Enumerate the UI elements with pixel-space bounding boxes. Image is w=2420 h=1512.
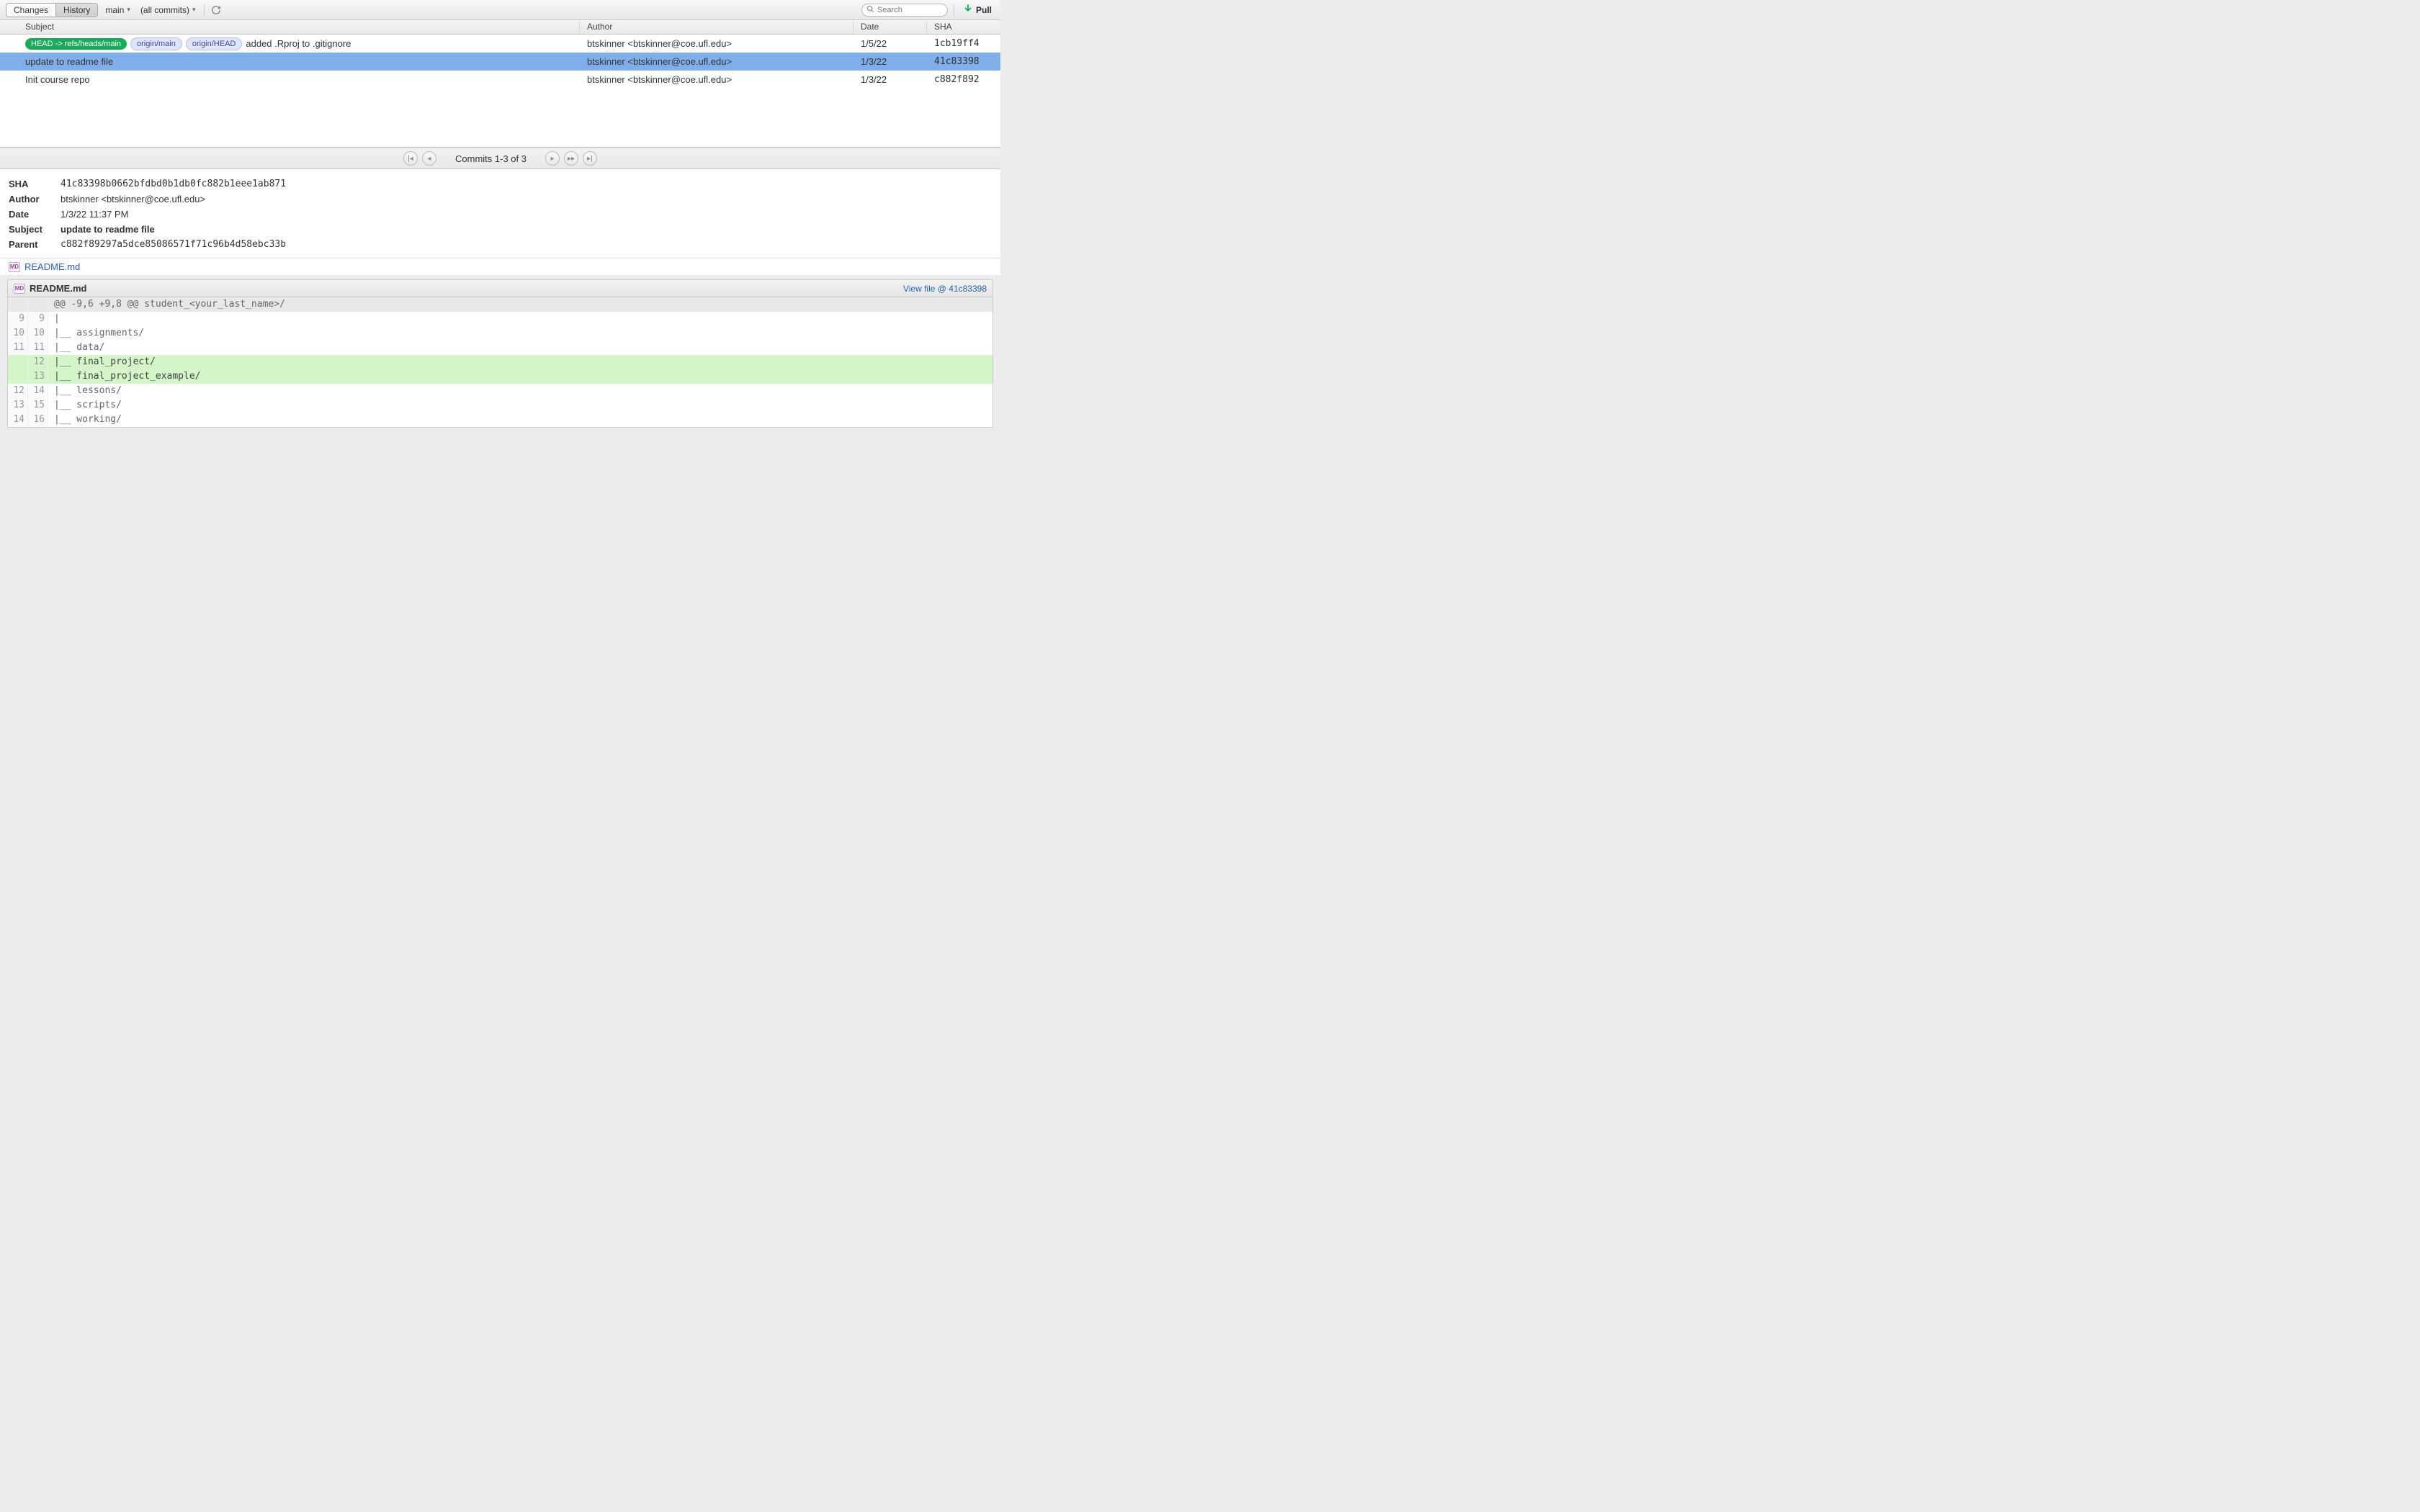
changed-file-link[interactable]: README.md (24, 261, 80, 272)
view-file-link[interactable]: View file @ 41c83398 (903, 284, 987, 294)
diff-filename: README.md (30, 283, 86, 294)
diff-header: MD README.md View file @ 41c83398 (8, 280, 992, 297)
chevron-down-icon: ▾ (127, 6, 130, 14)
diff-line: 1416|__ working/ (8, 413, 992, 427)
changes-tab[interactable]: Changes (6, 4, 55, 17)
ref-tag-remote: origin/main (130, 37, 182, 50)
history-tab[interactable]: History (55, 4, 97, 17)
detail-sha-label: SHA (9, 176, 46, 192)
diff-body: ..@@ -9,6 +9,8 @@ student_<your_last_nam… (8, 297, 992, 427)
pager-next-icon[interactable]: ▸ (545, 151, 560, 166)
branch-selector[interactable]: main ▾ (102, 4, 133, 17)
commit-date: 1/5/22 (853, 38, 927, 49)
diff-line: 1315|__ scripts/ (8, 398, 992, 413)
separator (204, 4, 205, 16)
commit-subject: update to readme file (25, 56, 113, 67)
branch-name: main (105, 5, 124, 15)
commit-row[interactable]: HEAD -> refs/heads/mainorigin/main origin… (0, 35, 1000, 53)
chevron-down-icon: ▾ (192, 6, 196, 14)
commit-sha: c882f892 (927, 74, 1000, 85)
pager: |◂ ◂ Commits 1-3 of 3 ▸ ▸▸ ▸| (0, 148, 1000, 169)
commit-date: 1/3/22 (853, 56, 927, 67)
pager-fwd-icon[interactable]: ▸▸ (564, 151, 578, 166)
changed-file-row: MD README.md (0, 258, 1000, 275)
ref-tag-head: HEAD -> refs/heads/main (25, 38, 127, 50)
diff-panel: MD README.md View file @ 41c83398 ..@@ -… (7, 279, 993, 428)
col-date[interactable]: Date (853, 20, 927, 34)
commit-author: btskinner <btskinner@coe.ufl.edu> (580, 56, 853, 67)
detail-subject-label: Subject (9, 222, 46, 237)
toolbar: Changes History main ▾ (all commits) ▾ (0, 0, 1000, 20)
markdown-file-icon: MD (14, 284, 25, 294)
commit-filter[interactable]: (all commits) ▾ (138, 4, 199, 17)
pull-label: Pull (976, 5, 992, 15)
commit-subject: added .Rproj to .gitignore (246, 38, 351, 49)
ref-tag-remote: origin/HEAD (186, 37, 243, 50)
refresh-icon[interactable] (210, 4, 222, 16)
commit-author: btskinner <btskinner@coe.ufl.edu> (580, 74, 853, 85)
commit-subject: Init course repo (25, 74, 90, 85)
detail-sha: 41c83398b0662bfdbd0b1db0fc882b1eee1ab871 (60, 176, 286, 192)
markdown-file-icon: MD (9, 262, 20, 272)
search-box[interactable] (861, 4, 948, 17)
diff-line: 1214|__ lessons/ (8, 384, 992, 398)
commit-row[interactable]: Init course repo btskinner <btskinner@coe… (0, 71, 1000, 89)
pull-button[interactable]: Pull (960, 2, 995, 17)
commit-list-header: Subject Author Date SHA (0, 20, 1000, 35)
detail-parent-label: Parent (9, 237, 46, 252)
view-toggle: Changes History (6, 3, 98, 17)
pager-prev-icon[interactable]: ◂ (422, 151, 436, 166)
commit-detail: SHA 41c83398b0662bfdbd0b1db0fc882b1eee1a… (0, 169, 1000, 258)
filter-label: (all commits) (140, 5, 189, 15)
commit-list: HEAD -> refs/heads/mainorigin/main origin… (0, 35, 1000, 148)
pager-text: Commits 1-3 of 3 (455, 153, 526, 164)
pager-first-icon[interactable]: |◂ (403, 151, 418, 166)
detail-date-label: Date (9, 207, 46, 222)
detail-author: btskinner <btskinner@coe.ufl.edu> (60, 192, 205, 207)
diff-line: .13|__ final_project_example/ (8, 369, 992, 384)
col-sha[interactable]: SHA (927, 20, 1000, 34)
commit-author: btskinner <btskinner@coe.ufl.edu> (580, 38, 853, 49)
search-icon (866, 5, 874, 15)
commit-date: 1/3/22 (853, 74, 927, 85)
diff-line: 1010|__ assignments/ (8, 326, 992, 341)
diff-line: .12|__ final_project/ (8, 355, 992, 369)
diff-hunk-header: ..@@ -9,6 +9,8 @@ student_<your_last_nam… (8, 297, 992, 312)
pull-arrow-icon (963, 4, 973, 16)
detail-date: 1/3/22 11:37 PM (60, 207, 128, 222)
detail-parent: c882f89297a5dce85086571f71c96b4d58ebc33b (60, 237, 286, 252)
detail-subject: update to readme file (60, 222, 155, 237)
commit-row[interactable]: update to readme file btskinner <btskinne… (0, 53, 1000, 71)
diff-line: 1111|__ data/ (8, 341, 992, 355)
col-subject[interactable]: Subject (18, 20, 580, 34)
commit-sha: 41c83398 (927, 56, 1000, 67)
diff-line: 99| (8, 312, 992, 326)
col-author[interactable]: Author (580, 20, 853, 34)
pager-last-icon[interactable]: ▸| (583, 151, 597, 166)
commit-sha: 1cb19ff4 (927, 38, 1000, 49)
detail-author-label: Author (9, 192, 46, 207)
